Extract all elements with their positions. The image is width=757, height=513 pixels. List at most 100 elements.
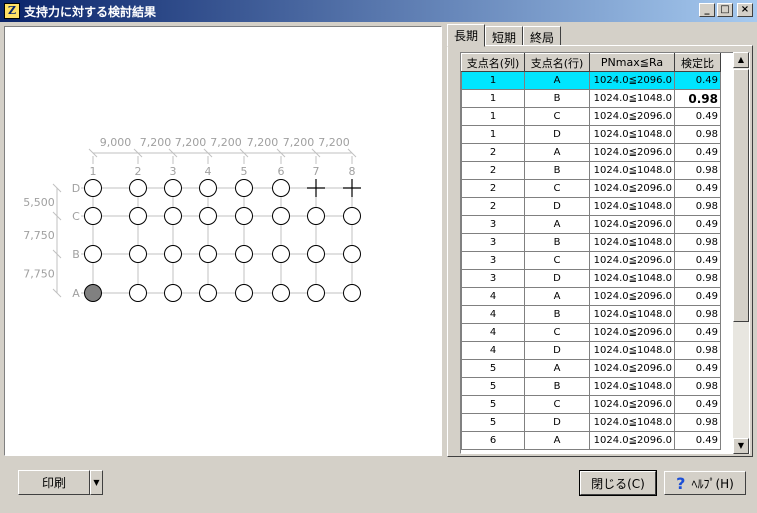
cell-support-col: 3 xyxy=(461,233,525,252)
table-row[interactable]: 2 D 1024.0≦1048.0 0.98 xyxy=(461,197,721,216)
table-row[interactable]: 1 D 1024.0≦1048.0 0.98 xyxy=(461,125,721,144)
support-node xyxy=(272,284,290,302)
span-dimension-label: 7,200 xyxy=(247,136,279,149)
support-node xyxy=(343,207,361,225)
help-button[interactable]: ? ﾍﾙﾌﾟ(H) xyxy=(664,471,746,495)
minimize-button[interactable]: _ xyxy=(699,3,715,17)
print-dropdown-button[interactable]: ▼ xyxy=(90,470,103,495)
table-row[interactable]: 4 B 1024.0≦1048.0 0.98 xyxy=(461,305,721,324)
support-node xyxy=(199,207,217,225)
cell-check-ratio: 0.98 xyxy=(674,125,721,144)
table-header-row: 支点名(列) 支点名(行) PNmax≦Ra 検定比 xyxy=(461,53,721,72)
cell-pnmax-ra: 1024.0≦1048.0 xyxy=(589,305,675,324)
table-row[interactable]: 1 C 1024.0≦2096.0 0.49 xyxy=(461,107,721,126)
window-title: 支持力に対する検討結果 xyxy=(24,4,157,19)
cell-pnmax-ra: 1024.0≦2096.0 xyxy=(589,431,675,450)
close-window-button[interactable]: × xyxy=(737,3,753,17)
cell-check-ratio: 0.49 xyxy=(674,143,721,162)
cell-pnmax-ra: 1024.0≦1048.0 xyxy=(589,233,675,252)
cell-pnmax-ra: 1024.0≦1048.0 xyxy=(589,377,675,396)
cell-support-col: 5 xyxy=(461,395,525,414)
maximize-button[interactable]: □ xyxy=(717,3,733,17)
cell-support-row: A xyxy=(524,287,590,306)
table-row[interactable]: 5 A 1024.0≦2096.0 0.49 xyxy=(461,359,721,378)
cell-check-ratio: 0.49 xyxy=(674,215,721,234)
table-row[interactable]: 5 C 1024.0≦2096.0 0.49 xyxy=(461,395,721,414)
table-row[interactable]: 3 A 1024.0≦2096.0 0.49 xyxy=(461,215,721,234)
column-header-pnmax-ra[interactable]: PNmax≦Ra xyxy=(589,53,675,72)
cell-check-ratio: 0.49 xyxy=(674,359,721,378)
cell-support-col: 5 xyxy=(461,359,525,378)
table-row[interactable]: 3 C 1024.0≦2096.0 0.49 xyxy=(461,251,721,270)
table-row[interactable]: 4 C 1024.0≦2096.0 0.49 xyxy=(461,323,721,342)
cell-check-ratio: 0.98 xyxy=(674,341,721,360)
cell-support-row: B xyxy=(524,89,590,108)
result-table: 支点名(列) 支点名(行) PNmax≦Ra 検定比 1 A 1024.0≦2096… xyxy=(461,53,721,450)
column-grid-label: 6 xyxy=(278,165,285,178)
cell-pnmax-ra: 1024.0≦1048.0 xyxy=(589,341,675,360)
table-row[interactable]: 3 B 1024.0≦1048.0 0.98 xyxy=(461,233,721,252)
table-row[interactable]: 2 A 1024.0≦2096.0 0.49 xyxy=(461,143,721,162)
cell-support-col: 6 xyxy=(461,431,525,450)
cell-support-col: 2 xyxy=(461,197,525,216)
support-node xyxy=(129,284,147,302)
cell-pnmax-ra: 1024.0≦1048.0 xyxy=(589,269,675,288)
cell-check-ratio: 0.49 xyxy=(674,251,721,270)
cell-support-row: B xyxy=(524,377,590,396)
print-button[interactable]: 印刷 xyxy=(18,470,90,495)
cell-check-ratio: 0.98 xyxy=(674,413,721,432)
support-plan-diagram: 9,000 7,200 7,200 7,200 7,200 7,200 7,200 1 2 3 4 5… xyxy=(4,26,442,456)
support-node xyxy=(84,179,102,197)
table-row[interactable]: 6 A 1024.0≦2096.0 0.49 xyxy=(461,431,721,450)
column-grid-label: 5 xyxy=(241,165,248,178)
scroll-thumb[interactable] xyxy=(733,69,749,322)
cell-pnmax-ra: 1024.0≦1048.0 xyxy=(589,413,675,432)
cell-pnmax-ra: 1024.0≦2096.0 xyxy=(589,143,675,162)
cell-check-ratio: 0.49 xyxy=(674,431,721,450)
table-row[interactable]: 4 D 1024.0≦1048.0 0.98 xyxy=(461,341,721,360)
cell-support-col: 1 xyxy=(461,107,525,126)
cell-support-row: D xyxy=(524,413,590,432)
cell-support-row: D xyxy=(524,269,590,288)
table-row[interactable]: 5 D 1024.0≦1048.0 0.98 xyxy=(461,413,721,432)
cell-support-col: 4 xyxy=(461,341,525,360)
cell-pnmax-ra: 1024.0≦2096.0 xyxy=(589,107,675,126)
table-row[interactable]: 2 B 1024.0≦1048.0 0.98 xyxy=(461,161,721,180)
column-header-support-col[interactable]: 支点名(列) xyxy=(461,53,525,72)
cell-pnmax-ra: 1024.0≦1048.0 xyxy=(589,125,675,144)
support-node xyxy=(343,284,361,302)
tab-short-term[interactable]: 短期 xyxy=(485,26,524,46)
row-span-dimension-label: 7,750 xyxy=(23,268,55,281)
support-node xyxy=(235,179,253,197)
cell-pnmax-ra: 1024.0≦1048.0 xyxy=(589,197,675,216)
column-grid-label: 3 xyxy=(170,165,177,178)
cell-support-row: B xyxy=(524,305,590,324)
column-grid-label: 2 xyxy=(135,165,142,178)
table-row[interactable]: 3 D 1024.0≦1048.0 0.98 xyxy=(461,269,721,288)
cell-support-row: B xyxy=(524,161,590,180)
question-icon: ? xyxy=(676,473,686,493)
tab-ultimate[interactable]: 終局 xyxy=(523,26,562,46)
table-row[interactable]: 2 C 1024.0≦2096.0 0.49 xyxy=(461,179,721,198)
column-header-support-row[interactable]: 支点名(行) xyxy=(524,53,590,72)
cell-pnmax-ra: 1024.0≦2096.0 xyxy=(589,323,675,342)
support-node xyxy=(164,179,182,197)
cell-check-ratio: 0.98 xyxy=(674,305,721,324)
close-button[interactable]: 閉じる(C) xyxy=(579,470,657,496)
tab-long-term[interactable]: 長期 xyxy=(447,24,486,47)
table-vertical-scrollbar[interactable]: ▲ ▼ xyxy=(733,52,749,454)
column-header-check-ratio[interactable]: 検定比 xyxy=(674,53,721,72)
span-dimension-label: 7,200 xyxy=(140,136,172,149)
table-row[interactable]: 1 A 1024.0≦2096.0 0.49 xyxy=(461,71,721,90)
support-node xyxy=(84,207,102,225)
table-row[interactable]: 1 B 1024.0≦1048.0 0.98 xyxy=(461,89,721,108)
cell-support-col: 4 xyxy=(461,305,525,324)
table-row[interactable]: 5 B 1024.0≦1048.0 0.98 xyxy=(461,377,721,396)
scroll-up-icon[interactable]: ▲ xyxy=(733,52,749,68)
table-row[interactable]: 4 A 1024.0≦2096.0 0.49 xyxy=(461,287,721,306)
cell-support-col: 1 xyxy=(461,125,525,144)
cell-check-ratio: 0.98 xyxy=(674,269,721,288)
cell-support-row: C xyxy=(524,107,590,126)
support-node xyxy=(129,245,147,263)
scroll-down-icon[interactable]: ▼ xyxy=(733,438,749,454)
